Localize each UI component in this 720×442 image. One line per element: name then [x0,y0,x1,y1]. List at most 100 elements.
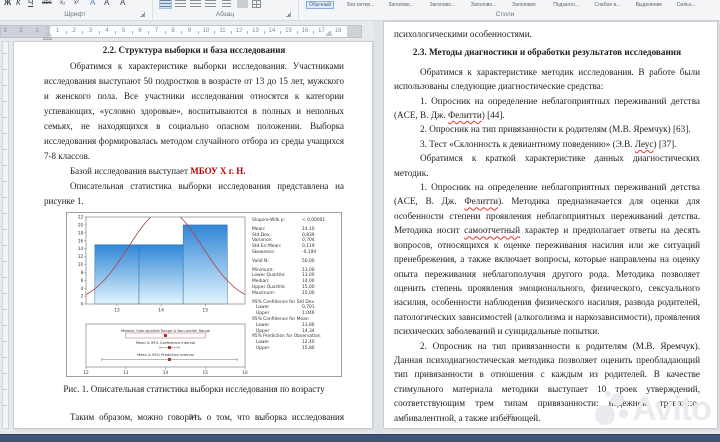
style-chip[interactable]: Выделение [636,2,663,8]
svg-text:16: 16 [242,370,248,376]
svg-text:15: 15 [202,308,208,314]
misspelled-word: самоотчетный [464,225,521,236]
ruler-tick [82,31,84,34]
ruler-tick [131,31,133,34]
svg-text:15: 15 [203,370,209,376]
borders-icon[interactable] [252,0,261,8]
group-separator [152,0,153,20]
paragraph: 1. Опросник на определение неблагоприятн… [394,180,700,338]
style-chip[interactable]: Заголово... [430,2,456,8]
ruler-number: 9 [187,28,192,34]
style-chip[interactable]: Подзагол... [553,2,579,8]
svg-text:18: 18 [78,230,84,236]
watermark-text: Avito [632,390,712,428]
svg-text:22: 22 [78,215,84,221]
paragraph: Обратимся к характеристике методик иссле… [394,66,700,92]
svg-text:0: 0 [81,302,84,308]
align-right-icon[interactable] [190,0,201,8]
shading-icon[interactable] [237,0,248,8]
svg-text:Mean & 95% Confidence Interval: Mean & 95% Confidence Interval [136,341,195,345]
page-number: 34 [189,412,197,421]
ruler-tick [3,53,7,54]
ruler-tick [3,405,7,406]
ruler-number: 8 [171,28,175,34]
ruler-number: 2 [72,28,76,34]
ruler-number: 7 [154,28,159,34]
misspelled-word: Фелитти [464,196,499,207]
style-chip[interactable]: Заголовок [512,2,536,8]
ruler-tick [3,197,7,198]
font-color-icon[interactable]: А [120,0,125,8]
highlight-icon[interactable]: А [104,0,109,8]
text-run: 2. Опросник на тип привязанности к родит… [420,124,691,135]
text-run: характер и предполагает ответы на десять… [394,225,700,337]
ruler-tick [3,133,7,134]
ruler-tick [3,69,7,70]
style-chip[interactable]: Заголово... [388,2,414,8]
styles-group-label: Стили [495,11,515,18]
highlighted-red-text: МБОУ Х г. Н. [190,166,246,176]
ruler-tick [3,261,7,262]
ruler-tick [148,31,150,34]
text-run: ) [37]. [653,138,677,149]
first-line-indent-marker[interactable] [44,25,52,30]
ruler-tick [280,31,282,34]
style-chip[interactable]: Слабое в... [594,2,620,8]
style-chip[interactable]: Обычный [306,1,335,9]
ruler-tick [3,277,7,278]
style-chip[interactable]: Заголово... [471,2,497,8]
ruler-tick [3,325,7,326]
page-35: психологическими особенностями. 2.3. Мет… [383,21,718,429]
ruler-number: 11 [219,28,226,34]
style-chip[interactable]: Без интер... [347,2,374,8]
ruler-tick [3,373,7,374]
svg-text:12: 12 [83,370,89,376]
vertical-ruler-bar [2,41,9,429]
italic-icon[interactable]: К [16,0,21,8]
strikethrough-icon[interactable]: abc [42,0,52,8]
ruler-tick [181,31,183,34]
right-indent-marker[interactable] [325,31,333,36]
figure-caption: Рис. 1. Описательная статистика выборки … [63,384,325,394]
left-indent-marker[interactable] [43,37,52,40]
svg-text:13: 13 [123,370,129,376]
bold-icon[interactable]: Ж [4,0,11,8]
ruler-tick [3,229,7,230]
ruler-tick [3,85,7,86]
line-spacing-icon[interactable] [222,0,231,8]
align-left-icon[interactable] [159,0,172,9]
svg-text:14: 14 [78,246,84,252]
section-heading-2-3: 2.3. Методы диагностики и обработки резу… [412,47,682,58]
ruler-tick [3,101,7,102]
ruler-number: 1 [35,28,39,34]
align-center-icon[interactable] [175,0,186,8]
ruler-number: 1 [55,28,60,34]
ruler-tick [3,117,7,118]
hanging-indent-marker[interactable] [44,31,52,36]
section-heading-2-2: 2.2. Структура выборки и база исследован… [102,45,286,55]
stat-row: Skewness: -0,194 [252,249,317,255]
font-dialog-launcher-icon[interactable] [140,12,145,17]
style-chip[interactable]: Сильн... [677,2,696,8]
ruler-tick [115,31,117,34]
ruler-tick [3,149,7,150]
paragraph: психологическими особенностями. [394,29,532,39]
align-justify-icon[interactable] [205,0,216,8]
paragraph-dialog-launcher-icon[interactable] [286,12,291,17]
underline-icon[interactable]: Ч [28,0,33,8]
ruler-number: 2 [19,28,23,34]
text-run: 3. Тест «Склонность к девиантному поведе… [420,138,635,149]
ruler-tick [3,165,7,166]
text-effects-icon[interactable]: А [90,0,95,8]
subscript-icon[interactable]: x₂ [60,0,65,8]
ruler-tick [3,341,7,342]
horizontal-ruler[interactable]: 3 2 1 1 2 3 4 5 6 7 8 9 10 11 12 13 14 15 16 17 18 [0,21,374,41]
ribbon: Ж К Ч abc x₂ x² А А А Шрифт Абзац Стили … [0,0,720,21]
ruler-tick [230,31,232,34]
svg-text:8: 8 [81,270,84,276]
svg-text:14: 14 [158,308,164,314]
ruler-tick [3,389,7,390]
superscript-icon[interactable]: x² [74,0,79,8]
svg-text:2: 2 [81,294,84,300]
list-item: 3. Тест «Склонность к девиантному поведе… [394,137,700,151]
